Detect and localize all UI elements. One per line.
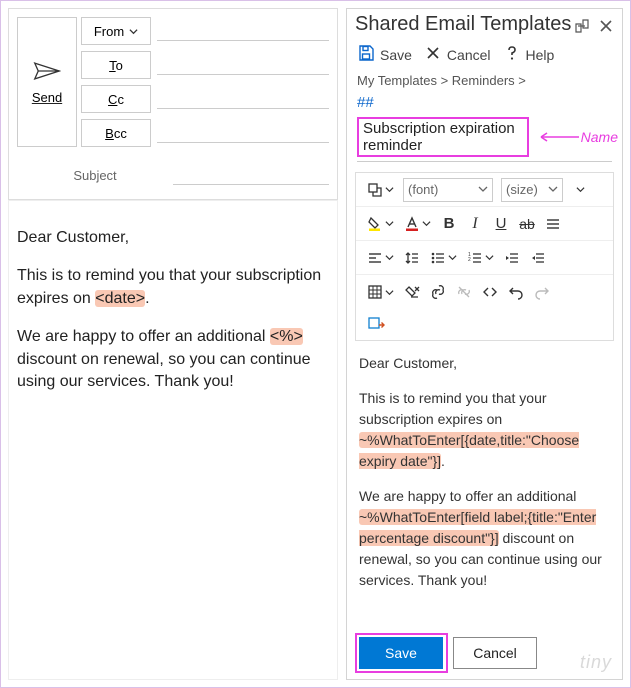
strikethrough-button[interactable]: ab — [514, 207, 540, 240]
align-left-button[interactable] — [362, 241, 399, 274]
outdent-button[interactable] — [499, 241, 525, 274]
close-icon[interactable] — [598, 17, 614, 33]
popout-icon[interactable] — [574, 17, 590, 33]
from-button[interactable]: From — [81, 17, 151, 45]
align-justify-button[interactable] — [540, 207, 566, 240]
save-icon — [357, 44, 375, 65]
undo-button[interactable] — [503, 275, 529, 309]
template-name-input[interactable]: Subscription expiration reminder — [357, 117, 529, 157]
send-button[interactable]: Send — [17, 17, 77, 147]
percent-placeholder: <%> — [270, 328, 303, 345]
svg-text:2: 2 — [468, 257, 471, 263]
bullet-list-button[interactable] — [425, 241, 462, 274]
name-callout: Name — [535, 129, 618, 145]
unlink-button[interactable] — [451, 275, 477, 309]
save-button[interactable]: Save — [359, 637, 443, 669]
chevron-down-icon — [129, 24, 138, 39]
editor-toolbar: (font) (size) B I U ab 12 — [355, 172, 614, 309]
subject-label: Subject — [17, 168, 173, 183]
underline-button[interactable]: U — [488, 207, 514, 240]
highlight-button[interactable] — [362, 207, 399, 240]
cc-field[interactable] — [157, 89, 329, 109]
tags-field[interactable]: ## — [347, 94, 622, 117]
chevron-down-icon — [478, 182, 488, 197]
to-button[interactable]: To — [81, 51, 151, 79]
more-format-button[interactable] — [567, 173, 593, 206]
paragraph-format-button[interactable] — [362, 173, 399, 206]
cancel-button[interactable]: Cancel — [453, 637, 537, 669]
x-icon — [424, 44, 442, 65]
template-editor-body[interactable]: Dear Customer, This is to remind you tha… — [347, 341, 622, 617]
font-color-button[interactable] — [399, 207, 436, 240]
cancel-action[interactable]: Cancel — [424, 44, 491, 65]
date-placeholder: <date> — [95, 290, 145, 307]
macro-date: ~%WhatToEnter[{date,title:"Choose expiry… — [359, 432, 579, 469]
font-family-select[interactable]: (font) — [403, 178, 493, 202]
insert-macro-button[interactable] — [362, 309, 390, 340]
chevron-down-icon — [548, 182, 558, 197]
table-button[interactable] — [362, 275, 399, 309]
bcc-field[interactable] — [157, 123, 329, 143]
numbered-list-button[interactable]: 12 — [462, 241, 499, 274]
clear-format-button[interactable] — [399, 275, 425, 309]
breadcrumb[interactable]: My Templates > Reminders > — [347, 73, 622, 94]
code-button[interactable] — [477, 275, 503, 309]
question-icon — [503, 44, 521, 65]
link-button[interactable] — [425, 275, 451, 309]
email-body[interactable]: Dear Customer, This is to remind you tha… — [8, 200, 338, 680]
save-action[interactable]: Save — [357, 44, 412, 65]
redo-button[interactable] — [529, 275, 555, 309]
help-action[interactable]: Help — [503, 44, 555, 65]
italic-button[interactable]: I — [462, 207, 488, 240]
watermark: tiny — [580, 652, 612, 673]
font-size-select[interactable]: (size) — [501, 178, 563, 202]
panel-title: Shared Email Templates — [355, 13, 571, 36]
from-field[interactable] — [157, 21, 329, 41]
to-field[interactable] — [157, 55, 329, 75]
indent-button[interactable] — [525, 241, 551, 274]
paper-plane-icon — [33, 59, 61, 86]
line-height-button[interactable] — [399, 241, 425, 274]
subject-field[interactable] — [173, 165, 329, 185]
bcc-button[interactable]: Bcc — [81, 119, 151, 147]
cc-button[interactable]: Cc — [81, 85, 151, 113]
bold-button[interactable]: B — [436, 207, 462, 240]
send-label: Send — [32, 90, 62, 105]
